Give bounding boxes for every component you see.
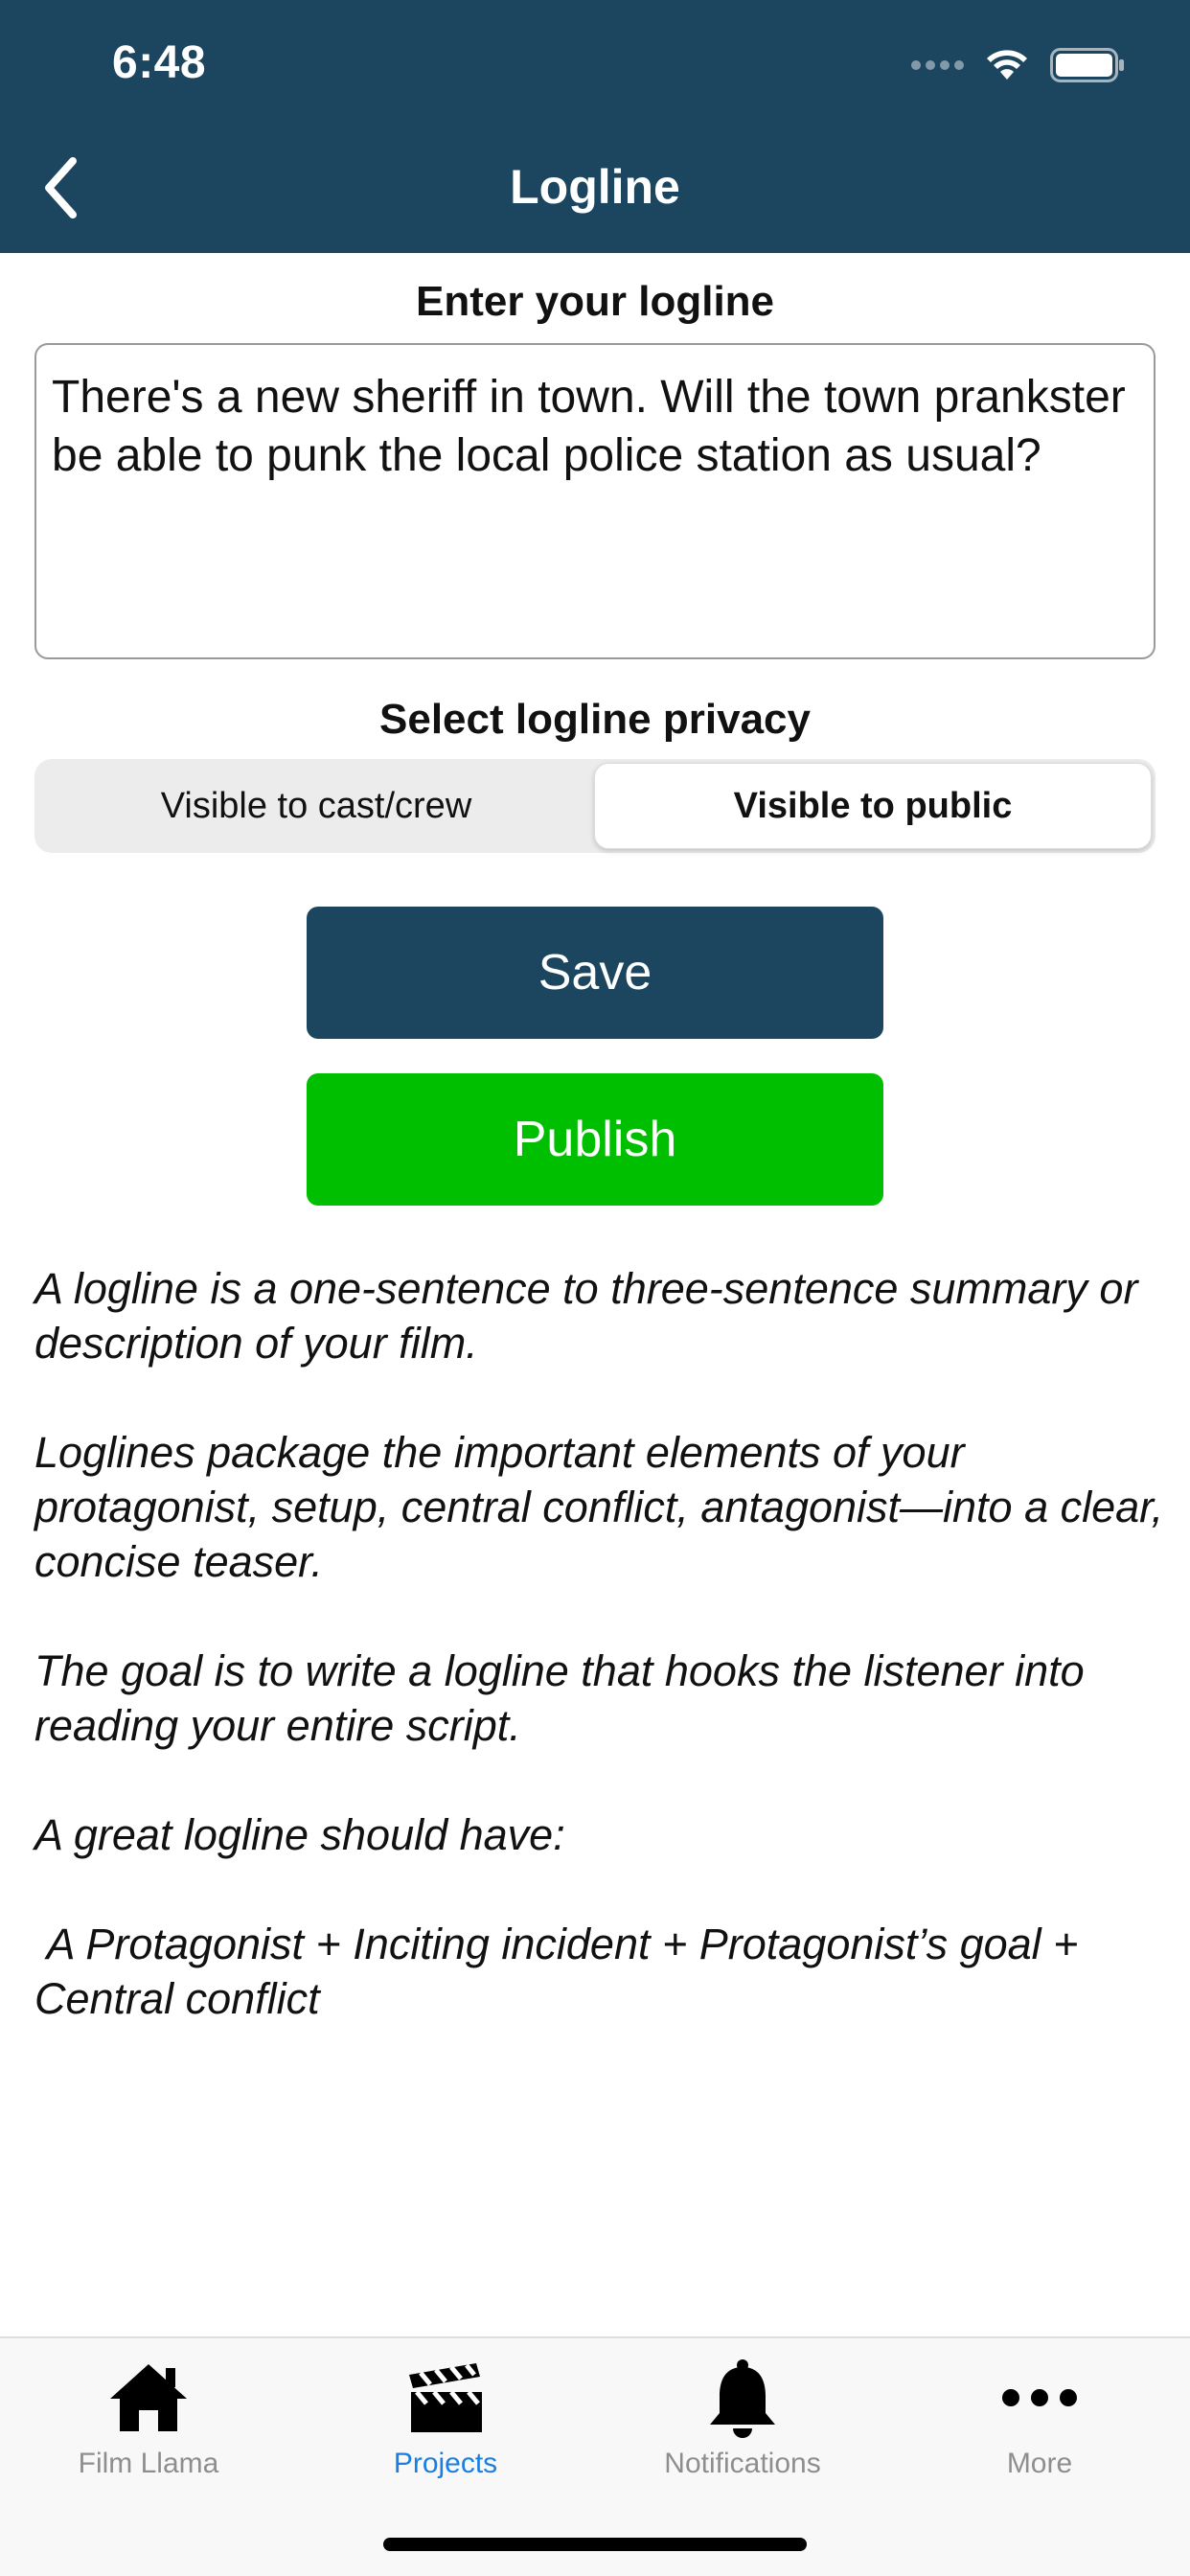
header: 6:48 Logline <box>0 0 1190 253</box>
signal-icon <box>911 60 964 70</box>
save-button[interactable]: Save <box>307 907 883 1039</box>
more-icon <box>1001 2352 1078 2444</box>
privacy-label: Select logline privacy <box>379 696 811 743</box>
tab-label: Projects <box>393 2448 498 2479</box>
help-paragraph: A great logline should have: <box>34 1810 565 1859</box>
tab-label: More <box>1006 2448 1073 2479</box>
battery-icon <box>1050 48 1125 82</box>
page-title: Logline <box>510 160 680 214</box>
tab-film-llama[interactable]: Film Llama <box>0 2352 297 2496</box>
clapperboard-icon <box>407 2352 484 2444</box>
home-icon <box>108 2352 189 2444</box>
logline-input[interactable]: There's a new sheriff in town. Will the … <box>34 343 1156 659</box>
screen: 6:48 Logline Enter your logline There's … <box>0 0 1190 2576</box>
status-time: 6:48 <box>112 37 207 88</box>
wifi-icon <box>985 49 1029 81</box>
logline-help-text: A logline is a one-sentence to three-sen… <box>34 1261 1165 2081</box>
privacy-option-cast-crew[interactable]: Visible to cast/crew <box>38 763 594 849</box>
home-indicator <box>383 2538 807 2551</box>
help-paragraph: A Protagonist + Inciting incident + Prot… <box>34 1920 1090 2023</box>
help-paragraph: Loglines package the important elements … <box>34 1428 1164 1586</box>
logline-label: Enter your logline <box>415 278 775 325</box>
tab-label: Notifications <box>664 2448 821 2479</box>
publish-button[interactable]: Publish <box>307 1073 883 1206</box>
tab-label: Film Llama <box>78 2448 219 2479</box>
help-paragraph: The goal is to write a logline that hook… <box>34 1646 1085 1750</box>
privacy-segmented-control: Visible to cast/crew Visible to public <box>34 759 1156 853</box>
tab-notifications[interactable]: Notifications <box>594 2352 891 2496</box>
privacy-option-public[interactable]: Visible to public <box>594 763 1152 849</box>
status-icons <box>911 46 1125 84</box>
tab-more[interactable]: More <box>891 2352 1188 2496</box>
bell-icon <box>706 2352 779 2444</box>
help-paragraph: A logline is a one-sentence to three-sen… <box>34 1264 1138 1368</box>
tab-projects[interactable]: Projects <box>297 2352 594 2496</box>
